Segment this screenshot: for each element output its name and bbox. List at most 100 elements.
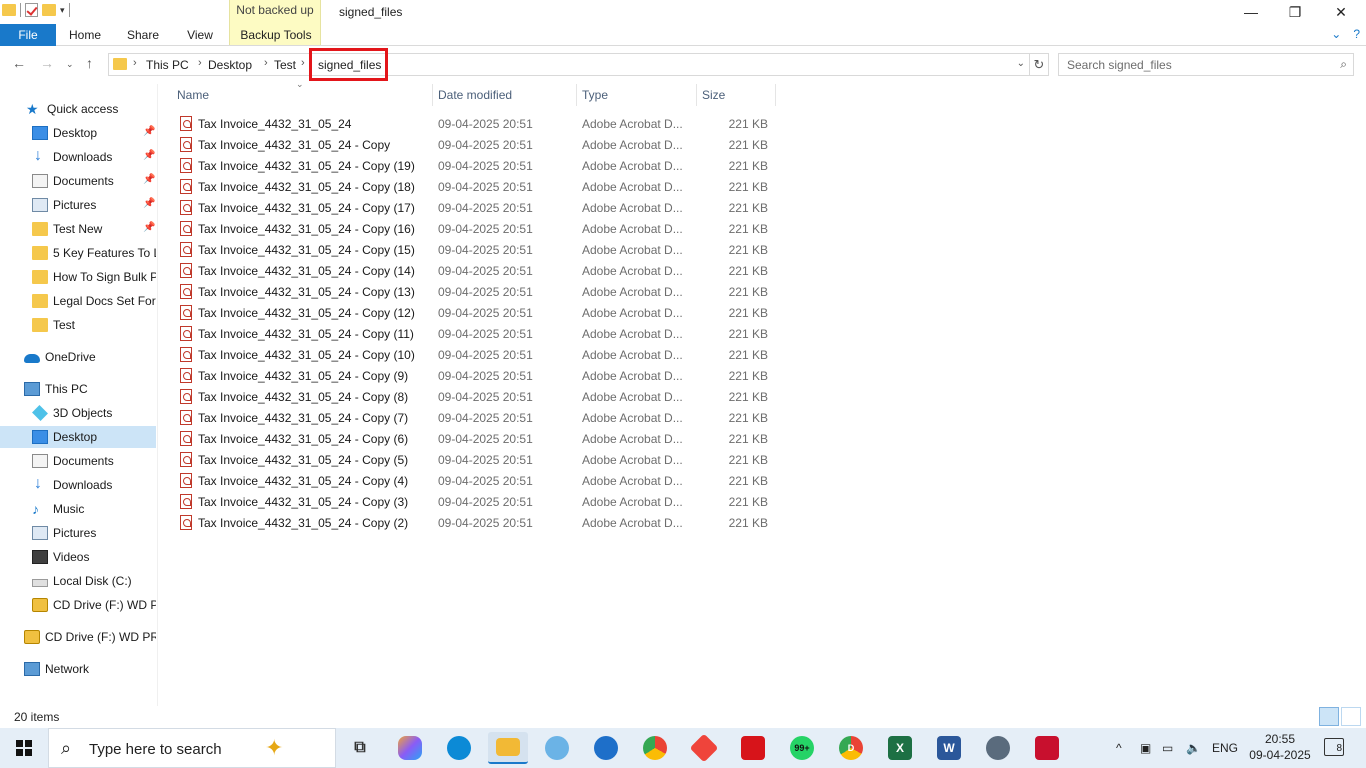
sidebar-item-legal-docs[interactable]: Legal Docs Set For I — [0, 290, 156, 312]
column-divider[interactable] — [775, 84, 776, 106]
table-row[interactable]: Tax Invoice_4432_31_05_24 09-04-2025 20:5… — [176, 113, 776, 134]
expand-ribbon-icon[interactable]: ⌄ — [1331, 27, 1341, 41]
sidebar-item-pictures[interactable]: Pictures — [0, 522, 156, 544]
pin-icon[interactable]: 📌 — [143, 174, 155, 185]
breadcrumb-separator-icon[interactable]: › — [264, 57, 268, 69]
table-row[interactable]: Tax Invoice_4432_31_05_24 - Copy (19) 09-… — [176, 155, 776, 176]
anydesk-button[interactable] — [684, 732, 724, 764]
sidebar-item-test-new[interactable]: Test New 📌 — [0, 218, 156, 240]
copilot-button[interactable] — [390, 732, 430, 764]
sidebar-item-desktop-pinned[interactable]: Desktop 📌 — [0, 122, 156, 144]
mcafee-button[interactable] — [1027, 732, 1067, 764]
column-header-size[interactable]: Size — [696, 84, 776, 106]
breadcrumb-signed-files[interactable]: signed_files — [318, 58, 381, 72]
customize-toolbar-chevron-icon[interactable]: ▾ — [60, 5, 65, 16]
search-box[interactable]: ⌕ — [1058, 53, 1354, 76]
address-dropdown-icon[interactable]: ⌄ — [1017, 58, 1025, 69]
table-row[interactable]: Tax Invoice_4432_31_05_24 - Copy (8) 09-0… — [176, 386, 776, 407]
maximize-button[interactable]: ❐ — [1272, 0, 1318, 24]
breadcrumb-separator-icon[interactable]: › — [198, 57, 202, 69]
breadcrumb-separator-icon[interactable]: › — [301, 57, 305, 69]
sidebar-item-cd-drive[interactable]: CD Drive (F:) WD PR — [0, 594, 156, 616]
sign-secure-button[interactable] — [978, 732, 1018, 764]
chrome-button[interactable] — [635, 732, 675, 764]
up-arrow-icon[interactable]: ↑ — [86, 55, 93, 71]
details-view-icon[interactable] — [1319, 707, 1339, 726]
large-icons-view-icon[interactable] — [1341, 707, 1361, 726]
sidebar-item-videos[interactable]: Videos — [0, 546, 156, 568]
excel-button[interactable]: X — [880, 732, 920, 764]
meet-now-icon[interactable]: ▣ — [1140, 728, 1151, 768]
word-button[interactable]: W — [929, 732, 969, 764]
table-row[interactable]: Tax Invoice_4432_31_05_24 - Copy (14) 09-… — [176, 260, 776, 281]
properties-icon[interactable] — [25, 3, 38, 17]
sidebar-item-3d-objects[interactable]: 3D Objects — [0, 402, 156, 424]
sidebar-item-documents-pinned[interactable]: Documents 📌 — [0, 170, 156, 192]
start-button[interactable] — [0, 728, 48, 768]
table-row[interactable]: Tax Invoice_4432_31_05_24 - Copy 09-04-20… — [176, 134, 776, 155]
acrobat-button[interactable] — [733, 732, 773, 764]
pin-icon[interactable]: 📌 — [143, 222, 155, 233]
search-icon[interactable]: ⌕ — [1340, 57, 1347, 72]
tab-view[interactable]: View — [174, 24, 226, 46]
table-row[interactable]: Tax Invoice_4432_31_05_24 - Copy (2) 09-0… — [176, 512, 776, 533]
sidebar-item-onedrive[interactable]: OneDrive — [0, 346, 156, 368]
close-button[interactable]: ✕ — [1318, 0, 1364, 24]
table-row[interactable]: Tax Invoice_4432_31_05_24 - Copy (6) 09-0… — [176, 428, 776, 449]
table-row[interactable]: Tax Invoice_4432_31_05_24 - Copy (3) 09-0… — [176, 491, 776, 512]
minimize-button[interactable]: — — [1228, 0, 1274, 24]
table-row[interactable]: Tax Invoice_4432_31_05_24 - Copy (12) 09-… — [176, 302, 776, 323]
task-view-button[interactable]: ⧉ — [340, 732, 380, 764]
sidebar-item-test[interactable]: Test — [0, 314, 156, 336]
battery-icon[interactable]: ▭ — [1162, 728, 1173, 768]
chrome-profile-button[interactable]: D — [831, 732, 871, 764]
table-row[interactable]: Tax Invoice_4432_31_05_24 - Copy (9) 09-0… — [176, 365, 776, 386]
breadcrumb-test[interactable]: Test — [274, 58, 296, 72]
forward-arrow-icon[interactable]: → — [40, 55, 54, 71]
table-row[interactable]: Tax Invoice_4432_31_05_24 - Copy (5) 09-0… — [176, 449, 776, 470]
sidebar-item-desktop[interactable]: Desktop — [0, 426, 156, 448]
address-bar[interactable]: › This PC › Desktop › Test › signed_file… — [108, 48, 1030, 81]
sidebar-item-quick-access[interactable]: ★ Quick access — [0, 98, 156, 120]
breadcrumb-desktop[interactable]: Desktop — [208, 58, 252, 72]
folder-icon[interactable] — [2, 4, 16, 16]
notification-center-icon[interactable]: 8 — [1324, 738, 1344, 756]
sparkle-icon[interactable]: ✦ — [265, 735, 283, 761]
sidebar-item-local-disk[interactable]: Local Disk (C:) — [0, 570, 156, 592]
sidebar-item-pictures-pinned[interactable]: Pictures 📌 — [0, 194, 156, 216]
help-icon[interactable]: ? — [1353, 27, 1360, 41]
tab-file[interactable]: File — [0, 24, 56, 46]
table-row[interactable]: Tax Invoice_4432_31_05_24 - Copy (7) 09-0… — [176, 407, 776, 428]
taskbar-search-box[interactable]: ⌕ Type here to search ✦ — [48, 728, 336, 768]
breadcrumb-current-highlight[interactable]: signed_files — [309, 48, 388, 81]
pin-icon[interactable]: 📌 — [143, 198, 155, 209]
breadcrumb-separator-icon[interactable]: › — [133, 57, 137, 69]
sidebar-item-music[interactable]: ♪ Music — [0, 498, 156, 520]
table-row[interactable]: Tax Invoice_4432_31_05_24 - Copy (18) 09-… — [176, 176, 776, 197]
table-row[interactable]: Tax Invoice_4432_31_05_24 - Copy (15) 09-… — [176, 239, 776, 260]
table-row[interactable]: Tax Invoice_4432_31_05_24 - Copy (16) 09-… — [176, 218, 776, 239]
column-header-name[interactable]: Name — [171, 84, 433, 106]
sidebar-item-5-key-features[interactable]: 5 Key Features To Lo — [0, 242, 156, 264]
language-indicator[interactable]: ENG — [1212, 728, 1238, 768]
remote-app-button[interactable] — [586, 732, 626, 764]
breadcrumb-this-pc[interactable]: This PC — [146, 58, 189, 72]
pin-icon[interactable]: 📌 — [143, 126, 155, 137]
paint-button[interactable] — [537, 732, 577, 764]
edge-button[interactable] — [439, 732, 479, 764]
search-input[interactable] — [1059, 54, 1329, 75]
tab-share[interactable]: Share — [116, 24, 170, 46]
table-row[interactable]: Tax Invoice_4432_31_05_24 - Copy (17) 09-… — [176, 197, 776, 218]
table-row[interactable]: Tax Invoice_4432_31_05_24 - Copy (13) 09-… — [176, 281, 776, 302]
table-row[interactable]: Tax Invoice_4432_31_05_24 - Copy (10) 09-… — [176, 344, 776, 365]
refresh-icon[interactable]: ↻ — [1030, 53, 1049, 76]
sidebar-item-this-pc[interactable]: This PC — [0, 378, 156, 400]
clock[interactable]: 20:55 09-04-2025 — [1248, 731, 1312, 763]
sidebar-item-network[interactable]: Network — [0, 658, 156, 680]
pin-icon[interactable]: 📌 — [143, 150, 155, 161]
recent-locations-chevron-icon[interactable]: ⌄ — [66, 59, 74, 70]
sidebar-item-downloads-pinned[interactable]: Downloads📌 — [0, 146, 156, 168]
sidebar-item-cd-drive-root[interactable]: CD Drive (F:) WD PRO — [0, 626, 156, 648]
tab-home[interactable]: Home — [58, 24, 112, 46]
tray-chevron-icon[interactable]: ^ — [1116, 728, 1122, 768]
